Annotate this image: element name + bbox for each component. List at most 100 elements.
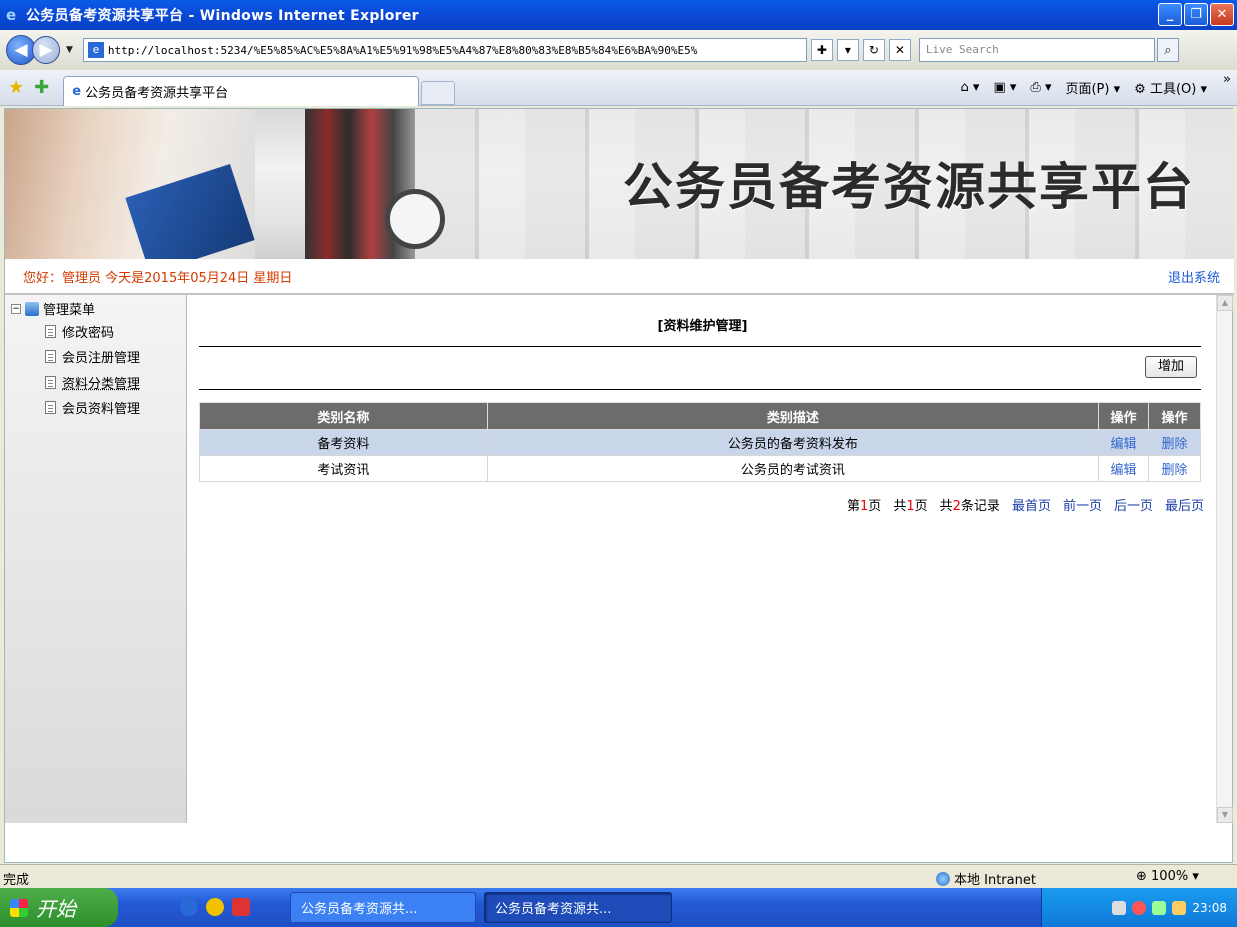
start-label: 开始 <box>36 897 76 921</box>
address-bar[interactable]: e http://localhost:5234/%E5%85%AC%E5%8A%… <box>82 38 807 62</box>
delete-link[interactable]: 删除 <box>1162 463 1188 478</box>
vertical-scrollbar[interactable]: ▲ ▼ <box>1216 295 1233 823</box>
tab-ie-icon: e <box>72 83 82 99</box>
page-menu-label: 页面(P) <box>1065 82 1110 97</box>
category-table: 类别名称 类别描述 操作 操作 备考资料 公务员的备考资料发布 编辑 删除 考试… <box>199 402 1201 482</box>
table-row: 备考资料 公务员的备考资料发布 编辑 删除 <box>199 429 1201 456</box>
tree-root[interactable]: − 管理菜单 <box>11 299 95 318</box>
zoom-value: 100% <box>1151 869 1189 884</box>
document-icon <box>45 325 56 338</box>
app-quicklaunch-icon[interactable] <box>206 898 224 916</box>
user-icon[interactable] <box>1172 900 1187 915</box>
column-header-action: 操作 <box>1098 402 1150 430</box>
window-titlebar: e 公务员备考资源共享平台 - Windows Internet Explore… <box>0 0 1237 30</box>
prev-page-link[interactable]: 前一页 <box>1063 495 1102 514</box>
refresh-icon[interactable]: ↻ <box>862 39 885 61</box>
ie-icon: e <box>6 6 17 24</box>
cell-description: 公务员的备考资料发布 <box>486 429 1100 456</box>
close-button[interactable]: ✕ <box>1210 3 1234 26</box>
edit-link[interactable]: 编辑 <box>1111 463 1137 478</box>
minimize-button[interactable]: _ <box>1158 3 1182 26</box>
collapse-icon[interactable]: − <box>11 303 21 314</box>
address-toolbar: ◀ ▶ ▼ e http://localhost:5234/%E5%85%AC%… <box>0 30 1237 70</box>
first-page-link[interactable]: 最首页 <box>1012 495 1051 514</box>
add-favorite-icon[interactable]: ✚ <box>34 77 49 98</box>
window-controls: _ ❐ ✕ <box>1158 3 1234 26</box>
edit-link[interactable]: 编辑 <box>1111 437 1137 452</box>
taskbar-item-ie[interactable]: 公务员备考资源共... <box>484 892 672 923</box>
address-url: http://localhost:5234/%E5%85%AC%E5%8A%A1… <box>107 43 698 57</box>
search-icon[interactable]: ⌕ <box>1156 38 1179 62</box>
scroll-up-icon[interactable]: ▲ <box>1217 295 1233 311</box>
greeting-text: 您好：管理员 今天是2015年05月24日 星期日 <box>23 271 293 286</box>
tools-menu[interactable]: ⚙ 工具(O) ▾ <box>1134 78 1207 97</box>
page-menu[interactable]: 页面(P) ▾ <box>1065 78 1120 97</box>
search-input[interactable]: Live Search <box>918 38 1155 62</box>
document-icon <box>45 350 56 363</box>
favorites-star-icon[interactable]: ★ <box>8 77 24 98</box>
go-icon[interactable]: ✚ <box>810 39 833 61</box>
command-bar: ⌂ ▾ ▣ ▾ ⎙ ▾ 页面(P) ▾ ⚙ 工具(O) ▾ <box>961 78 1207 97</box>
next-page-link[interactable]: 后一页 <box>1114 495 1153 514</box>
sidebar-item-category-management[interactable]: 资料分类管理 <box>45 373 140 392</box>
zone-label: 本地 Intranet <box>954 873 1036 888</box>
sidebar-item-label: 会员资料管理 <box>62 402 141 417</box>
security-zone: 本地 Intranet <box>936 869 1036 888</box>
document-icon <box>45 376 56 389</box>
sidebar-item-label: 会员注册管理 <box>62 351 141 366</box>
zoom-level[interactable]: ⊕ 100% ▾ <box>1136 869 1199 884</box>
last-page-link[interactable]: 最后页 <box>1165 495 1204 514</box>
sidebar-item-member-materials[interactable]: 会员资料管理 <box>45 398 140 417</box>
system-tray: 23:08 <box>1041 888 1237 927</box>
total-pages-info: 共1页 <box>893 499 928 514</box>
network-icon[interactable] <box>1132 900 1147 915</box>
clock: 23:08 <box>1192 900 1227 915</box>
page-title: [资料维护管理] <box>657 319 748 334</box>
maximize-button[interactable]: ❐ <box>1184 3 1208 26</box>
start-button[interactable]: 开始 <box>0 888 118 927</box>
logout-link[interactable]: 退出系统 <box>1168 267 1220 286</box>
sidebar-item-member-registration[interactable]: 会员注册管理 <box>45 347 140 366</box>
history-dropdown-icon[interactable]: ▼ <box>66 45 73 55</box>
page-viewport: 公务员备考资源共享平台 您好：管理员 今天是2015年05月24日 星期日 退出… <box>4 108 1234 863</box>
address-actions: ✚ ▾ ↻ ✕ <box>810 39 911 61</box>
title-divider <box>199 346 1201 347</box>
keyboard-icon[interactable] <box>1112 900 1127 915</box>
ie-quicklaunch-icon[interactable] <box>180 898 198 916</box>
toolbar-overflow-icon[interactable]: » <box>1223 72 1231 87</box>
browser-tab[interactable]: e 公务员备考资源共享平台 <box>63 75 420 106</box>
sidebar-item-change-password[interactable]: 修改密码 <box>45 322 114 341</box>
new-tab-button[interactable] <box>421 80 456 105</box>
taskbar-item-folder[interactable]: 公务员备考资源共... <box>290 892 476 923</box>
computer-icon <box>25 301 39 316</box>
taskbar: 开始 公务员备考资源共... 公务员备考资源共... 23:08 <box>0 888 1237 927</box>
scroll-down-icon[interactable]: ▼ <box>1217 807 1233 823</box>
tools-menu-label: 工具(O) <box>1149 82 1197 97</box>
home-icon[interactable]: ⌂ ▾ <box>961 80 980 95</box>
column-header-action: 操作 <box>1148 402 1201 430</box>
site-banner: 公务员备考资源共享平台 <box>5 109 1234 259</box>
stop-icon[interactable]: ✕ <box>888 39 911 61</box>
user-bar: 您好：管理员 今天是2015年05月24日 星期日 退出系统 <box>5 259 1234 293</box>
favorites-tab-bar: ★ ✚ e 公务员备考资源共享平台 ⌂ ▾ ▣ ▾ ⎙ ▾ 页面(P) ▾ ⚙ … <box>0 70 1237 106</box>
delete-link[interactable]: 删除 <box>1162 437 1188 452</box>
forward-button[interactable]: ▶ <box>32 36 60 64</box>
cell-description: 公务员的考试资讯 <box>486 455 1100 482</box>
sidebar-item-label: 资料分类管理 <box>62 377 141 392</box>
print-icon[interactable]: ⎙ ▾ <box>1030 80 1051 95</box>
column-header-name: 类别名称 <box>199 402 488 430</box>
pagination: 第1页 共1页 共2条记录 最首页 前一页 后一页 最后页 <box>847 495 1204 514</box>
table-header-row: 类别名称 类别描述 操作 操作 <box>199 402 1201 430</box>
main-content: [资料维护管理] 增加 类别名称 类别描述 操作 操作 备考资料 公务员的备考资… <box>189 295 1216 823</box>
status-bar: 完成 本地 Intranet ⊕ 100% ▾ <box>0 864 1237 888</box>
sidebar: − 管理菜单 修改密码 会员注册管理 资料分类管理 会员资料管理 <box>5 295 187 823</box>
address-dropdown-icon[interactable]: ▾ <box>836 39 859 61</box>
page-icon: e <box>87 42 104 58</box>
volume-icon[interactable] <box>1152 900 1167 915</box>
tab-title: 公务员备考资源共享平台 <box>85 85 229 101</box>
cell-name: 考试资讯 <box>199 455 488 482</box>
feeds-icon[interactable]: ▣ ▾ <box>993 80 1016 95</box>
current-page-info: 第1页 <box>847 499 882 514</box>
add-button[interactable]: 增加 <box>1145 356 1197 378</box>
media-quicklaunch-icon[interactable] <box>232 898 250 916</box>
